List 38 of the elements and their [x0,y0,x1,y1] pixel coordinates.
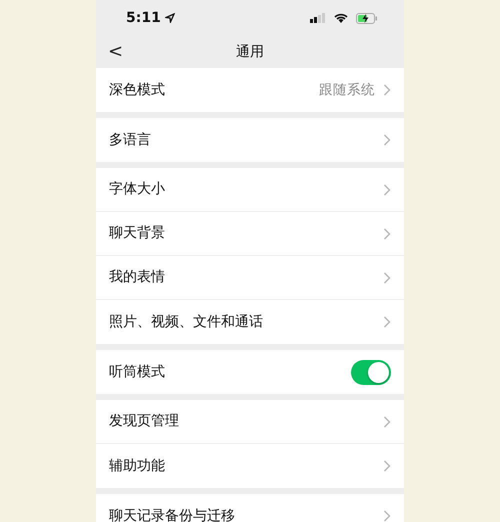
row-label: 聊天背景 [109,224,165,243]
row-label: 深色模式 [109,80,165,100]
chevron-right-icon [383,510,391,522]
chevron-right-icon [383,84,391,96]
chevron-right-icon [383,184,391,196]
row-label: 聊天记录备份与迁移 [109,506,235,522]
chevron-right-icon [383,316,391,328]
page-title: 通用 [236,42,264,62]
row-label: 照片、视频、文件和通话 [109,312,263,332]
row-label: 辅助功能 [109,456,165,476]
chevron-right-icon [383,416,391,428]
location-arrow-icon [164,13,175,23]
chevron-right-icon [383,228,391,240]
settings-row[interactable]: 发现页管理 [96,400,404,444]
settings-row[interactable]: 聊天背景 [96,212,404,256]
settings-row[interactable]: 深色模式 跟随系统 [96,68,404,112]
settings-row[interactable]: 我的表情 [96,256,404,300]
settings-row[interactable]: 聊天记录备份与迁移 [96,494,404,522]
status-time: 5:11 [126,8,161,28]
toggle-switch[interactable] [351,360,391,384]
settings-row[interactable]: 多语言 [96,118,404,162]
settings-row[interactable]: 字体大小 [96,168,404,212]
back-button[interactable]: < [106,42,126,62]
chevron-right-icon [383,460,391,472]
wifi-icon [334,13,348,23]
row-label: 多语言 [109,130,151,150]
battery-charging-icon [356,12,378,24]
chevron-right-icon [383,134,391,146]
row-label: 听筒模式 [109,362,165,382]
settings-row[interactable]: 辅助功能 [96,444,404,488]
row-label: 发现页管理 [109,412,179,431]
settings-row[interactable]: 听筒模式 [96,350,404,394]
chevron-right-icon [383,272,391,284]
row-label: 字体大小 [109,180,165,199]
settings-row[interactable]: 照片、视频、文件和通话 [96,300,404,344]
row-label: 我的表情 [109,268,165,287]
signal-icon [310,13,326,23]
row-value: 跟随系统 [319,80,375,100]
